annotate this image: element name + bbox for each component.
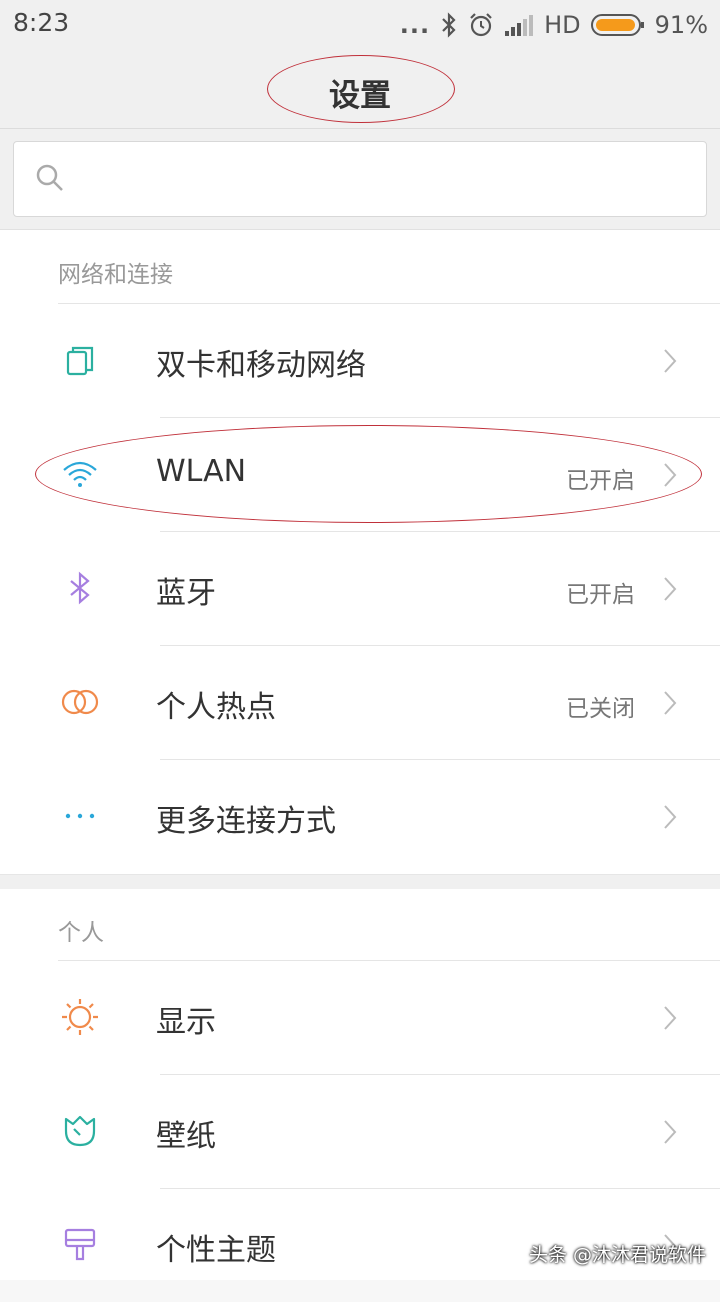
more-notifications-icon: ... bbox=[399, 11, 431, 39]
section-personal: 个人 显示 壁纸 个性主题 bbox=[0, 889, 720, 1280]
search-icon bbox=[36, 164, 63, 191]
row-label: 壁纸 bbox=[156, 1119, 216, 1154]
row-status: 已开启 bbox=[566, 582, 635, 608]
chevron-right-icon bbox=[664, 349, 677, 373]
bluetooth-status-icon bbox=[442, 12, 456, 38]
bluetooth-icon bbox=[70, 571, 90, 605]
status-time: 8:23 bbox=[13, 8, 70, 37]
sun-icon bbox=[62, 999, 98, 1035]
section-gap bbox=[0, 874, 720, 890]
search-input[interactable] bbox=[13, 141, 707, 217]
search-area bbox=[0, 129, 720, 230]
annotation-oval bbox=[35, 425, 702, 523]
chevron-right-icon bbox=[664, 1006, 677, 1030]
settings-row-more-connections[interactable]: 更多连接方式 bbox=[0, 760, 720, 873]
sim-card-icon bbox=[66, 346, 94, 376]
section-header-personal: 个人 bbox=[58, 920, 104, 946]
network-type: HD bbox=[544, 11, 581, 39]
row-label: 蓝牙 bbox=[156, 576, 216, 611]
alarm-icon bbox=[470, 13, 492, 37]
row-label: 更多连接方式 bbox=[156, 804, 336, 839]
watermark: 头条 @沐沐君说软件 bbox=[528, 1244, 706, 1266]
row-label: 双卡和移动网络 bbox=[156, 348, 366, 383]
row-status: 已关闭 bbox=[566, 696, 635, 722]
battery-icon bbox=[590, 14, 644, 36]
row-label: 显示 bbox=[156, 1005, 216, 1040]
status-bar: 8:23 ... HD 91% bbox=[0, 0, 720, 50]
more-icon bbox=[65, 813, 95, 819]
chevron-right-icon bbox=[664, 805, 677, 829]
flower-icon bbox=[64, 1115, 96, 1147]
chevron-right-icon bbox=[664, 577, 677, 601]
settings-row-wallpaper[interactable]: 壁纸 bbox=[0, 1075, 720, 1188]
brush-icon bbox=[64, 1228, 96, 1261]
battery-percent: 91% bbox=[654, 11, 708, 39]
status-icons: ... HD 91% bbox=[400, 8, 708, 42]
settings-row-bluetooth[interactable]: 蓝牙 已开启 bbox=[0, 532, 720, 645]
settings-row-hotspot[interactable]: 个人热点 已关闭 bbox=[0, 646, 720, 759]
chevron-right-icon bbox=[664, 1120, 677, 1144]
chevron-right-icon bbox=[664, 691, 677, 715]
row-label: 个性主题 bbox=[156, 1233, 276, 1268]
row-label: 个人热点 bbox=[156, 690, 276, 725]
section-network: 网络和连接 双卡和移动网络 WLAN 已开启 蓝牙 已开启 个人热点 已关闭 更… bbox=[0, 230, 720, 874]
title-bar: 设置 bbox=[0, 50, 720, 129]
section-header-network: 网络和连接 bbox=[58, 262, 173, 288]
signal-icon bbox=[505, 15, 534, 36]
settings-row-sim[interactable]: 双卡和移动网络 bbox=[0, 304, 720, 417]
settings-row-display[interactable]: 显示 bbox=[0, 961, 720, 1074]
hotspot-icon bbox=[61, 689, 99, 715]
annotation-circle bbox=[267, 55, 455, 123]
